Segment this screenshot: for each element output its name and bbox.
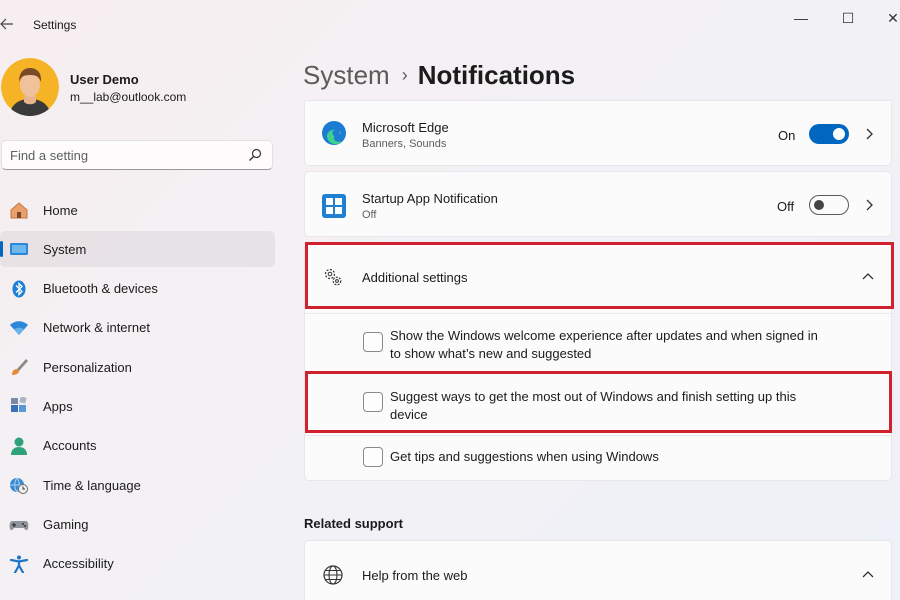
sidebar-item-apps[interactable]: Apps [0, 388, 275, 424]
accessibility-icon [9, 555, 29, 573]
breadcrumb-separator: › [401, 65, 408, 85]
gamepad-icon [9, 521, 29, 531]
sidebar-item-label: Apps [43, 398, 73, 414]
tips-checkbox[interactable] [363, 447, 383, 467]
option-label: Get tips and suggestions when using Wind… [390, 449, 659, 464]
avatar-image [1, 58, 59, 116]
sidebar-item-accessibility[interactable]: Accessibility [0, 546, 275, 582]
breadcrumb-parent[interactable]: System [303, 60, 390, 90]
additional-settings-expander: Additional settings Show the Windows wel… [304, 243, 892, 481]
toggle-state-label: Off [777, 199, 795, 214]
notification-toggle[interactable] [809, 195, 849, 215]
chevron-right-icon[interactable] [863, 199, 875, 211]
suggest-ways-checkbox[interactable] [363, 392, 383, 412]
sidebar-item-network[interactable]: Network & internet [0, 310, 275, 346]
welcome-experience-checkbox[interactable] [363, 332, 383, 352]
option-row-welcome-experience: Show the Windows welcome experience afte… [305, 314, 891, 372]
sidebar-item-bluetooth[interactable]: Bluetooth & devices [0, 271, 275, 307]
sidebar-item-label: Accounts [43, 438, 97, 454]
sidebar-item-label: Personalization [43, 359, 132, 375]
search-icon[interactable] [248, 148, 262, 162]
chevron-right-icon[interactable] [863, 128, 875, 140]
sidebar-item-accounts[interactable]: Accounts [0, 428, 275, 464]
avatar[interactable] [1, 58, 59, 116]
edge-icon [322, 121, 346, 145]
notification-toggle[interactable] [809, 124, 849, 144]
close-button[interactable]: ✕ [878, 8, 900, 28]
app-detail: Off [362, 209, 377, 221]
globe-icon [323, 565, 343, 585]
sidebar-item-label: System [43, 241, 87, 257]
app-notification-row-edge[interactable]: Microsoft Edge Banners, Sounds On [304, 100, 892, 166]
app-detail: Banners, Sounds [362, 138, 447, 150]
sidebar-item-time-language[interactable]: Time & language [0, 467, 275, 503]
sidebar-item-label: Gaming [43, 516, 89, 532]
help-from-web-label: Help from the web [362, 568, 468, 583]
system-icon [10, 243, 28, 256]
app-name: Microsoft Edge [362, 120, 449, 135]
sidebar-item-label: Network & internet [43, 320, 150, 336]
expander-title: Additional settings [362, 270, 468, 285]
chevron-up-icon[interactable] [862, 271, 874, 283]
sidebar-item-gaming[interactable]: Gaming [0, 506, 275, 542]
maximize-button[interactable]: ☐ [833, 8, 863, 28]
back-button[interactable] [0, 14, 18, 34]
minimize-button[interactable]: — [786, 8, 816, 28]
sidebar-item-label: Bluetooth & devices [43, 281, 158, 297]
home-icon [10, 202, 28, 219]
option-label: Show the Windows welcome experience afte… [390, 327, 860, 363]
option-row-suggest-ways: Suggest ways to get the most out of Wind… [305, 373, 891, 431]
toggle-state-label: On [778, 128, 796, 143]
sidebar-item-personalization[interactable]: Personalization [0, 349, 275, 385]
title-bar: Settings — ☐ ✕ [0, 0, 900, 48]
sidebar-item-label: Accessibility [43, 556, 114, 572]
sidebar-item-system[interactable]: System [0, 231, 275, 268]
app-notification-row-startup[interactable]: Startup App Notification Off Off [304, 171, 892, 237]
chevron-up-icon[interactable] [862, 569, 874, 581]
gears-icon [324, 268, 342, 286]
option-row-tips: Get tips and suggestions when using Wind… [305, 436, 891, 480]
app-name: Startup App Notification [362, 191, 498, 206]
sidebar-item-label: Home [43, 202, 78, 218]
globe-clock-icon [10, 477, 28, 495]
search-box[interactable] [1, 140, 273, 170]
breadcrumb: System › Notifications [303, 60, 575, 91]
bluetooth-icon [12, 280, 26, 298]
additional-settings-header[interactable]: Additional settings [305, 244, 891, 310]
user-email: m__lab@outlook.com [70, 90, 187, 104]
brush-icon [12, 359, 28, 376]
startup-app-icon [322, 194, 346, 218]
user-name: User Demo [70, 72, 139, 87]
option-label-line: device [390, 407, 428, 422]
back-arrow-icon [0, 18, 13, 30]
sidebar-item-label: Time & language [43, 477, 141, 493]
app-title: Settings [33, 18, 77, 32]
wifi-icon [10, 321, 28, 335]
help-from-web-expander[interactable]: Help from the web [304, 540, 892, 600]
apps-icon [11, 397, 27, 413]
sidebar-item-home[interactable]: Home [0, 192, 275, 228]
option-label-line: Show the Windows welcome experience afte… [390, 328, 818, 343]
option-label-line: Suggest ways to get the most out of Wind… [390, 389, 797, 404]
related-support-heading: Related support [304, 516, 403, 531]
option-label: Suggest ways to get the most out of Wind… [390, 388, 860, 424]
page-title: Notifications [417, 60, 576, 90]
option-label-line: to show what’s new and suggested [390, 346, 592, 361]
sidebar-nav: Home System Bluetooth & devices Network … [0, 192, 275, 585]
accounts-icon [11, 437, 27, 455]
search-input[interactable] [10, 146, 240, 164]
